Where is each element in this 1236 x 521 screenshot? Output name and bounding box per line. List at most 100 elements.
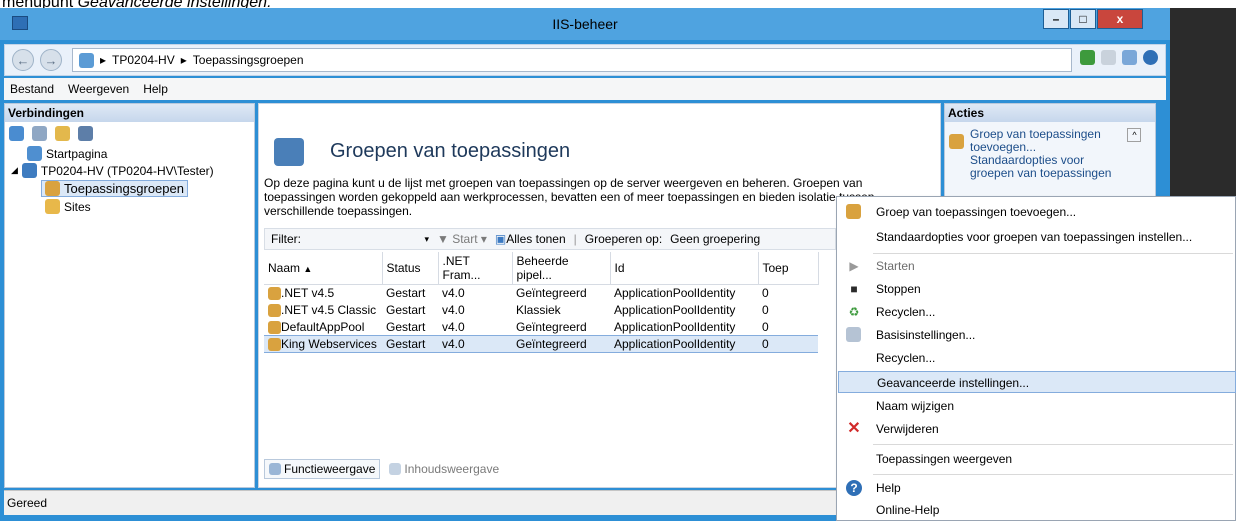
forward-button[interactable]: → (40, 49, 62, 71)
cell-pipeline: Klassiek (516, 303, 561, 317)
menu-separator (873, 474, 1233, 475)
actions-list: Groep van toepassingen toevoegen... Stan… (945, 122, 1155, 186)
cell-apps: 0 (762, 303, 769, 317)
app-pool-icon (268, 338, 281, 352)
cell-apps: 0 (762, 286, 769, 301)
app-pool-icon (268, 304, 281, 318)
cell-net: v4.0 (442, 286, 465, 301)
cell-net: v4.0 (438, 334, 512, 354)
start-filter-button[interactable]: ▼ Start ▾ (437, 232, 487, 246)
server-icon (79, 52, 94, 68)
menu-item-add-pool[interactable]: Groep van toepassingen toevoegen... (838, 201, 1236, 223)
maximize-button[interactable]: □ (1070, 9, 1096, 29)
menu-item-delete[interactable]: ✕ Verwijderen (838, 418, 1236, 440)
cell-pipeline: Geïntegreerd (516, 286, 587, 301)
menu-separator (873, 253, 1233, 254)
context-menu: Groep van toepassingen toevoegen... Stan… (836, 196, 1236, 521)
status-text: Gereed (7, 496, 48, 510)
cell-identity: ApplicationPoolIdentity (614, 286, 736, 301)
sites-icon (45, 199, 60, 214)
stop-icon[interactable] (1101, 50, 1116, 65)
forward-arrow-icon: → (44, 52, 58, 68)
show-all-button[interactable]: ▣Alles tonen (495, 232, 566, 246)
features-view-icon (269, 463, 281, 475)
back-button[interactable]: ← (12, 49, 34, 71)
col-pipeline[interactable]: Beheerde pipel... (512, 252, 611, 285)
view-tabs: Functieweergave Inhoudsweergave (264, 459, 504, 479)
col-identity[interactable]: Id (610, 252, 759, 285)
cell-name: DefaultAppPool (264, 319, 382, 336)
cell-net: v4.0 (442, 303, 465, 317)
action-defaults-2[interactable]: groepen van toepassingen (970, 167, 1111, 180)
tree-item-app-pools[interactable]: Toepassingsgroepen (41, 180, 188, 197)
breadcrumb-server[interactable]: TP0204-HV (112, 53, 175, 67)
close-button[interactable]: x (1097, 9, 1143, 29)
connections-pane: Verbindingen Startpagina ◢ TP0204-HV (TP… (4, 103, 255, 488)
menu-item-stop[interactable]: ■ Stoppen (838, 278, 1236, 300)
connect-icon[interactable] (9, 125, 24, 141)
cell-identity: ApplicationPoolIdentity (614, 319, 736, 334)
tab-features-view[interactable]: Functieweergave (264, 459, 381, 479)
group-by-select[interactable]: Geen groepering (670, 232, 760, 246)
settings-icon (846, 327, 861, 342)
menu-item-online-help[interactable]: Online-Help (838, 499, 1236, 521)
help-icon: ? (846, 480, 862, 496)
desc-line-1: Op deze pagina kunt u de lijst met groep… (264, 176, 863, 190)
pools-feature-icon (274, 138, 304, 166)
cell-status: Gestart (382, 334, 438, 354)
tree-item-startpage[interactable]: Startpagina (27, 146, 107, 161)
stop-icon: ■ (850, 282, 858, 296)
tab-content-view[interactable]: Inhoudsweergave (384, 459, 504, 479)
tree-label: Sites (64, 199, 91, 214)
filter-label: Filter: (271, 232, 301, 246)
menu-help[interactable]: Help (143, 82, 168, 96)
table-row[interactable]: DefaultAppPool Gestart v4.0 Geïntegreerd… (264, 319, 818, 336)
breadcrumb-pools[interactable]: Toepassingsgroepen (193, 53, 304, 67)
folder-icon[interactable] (55, 125, 70, 141)
menu-item-view-apps[interactable]: Toepassingen weergeven (838, 448, 1236, 470)
tree-label: TP0204-HV (TP0204-HV\Tester) (40, 163, 214, 178)
address-breadcrumb[interactable]: ▸ TP0204-HV ▸ Toepassingsgroepen (72, 48, 1072, 72)
menu-item-help[interactable]: ? Help (838, 477, 1236, 499)
filter-input[interactable]: ▾ (309, 234, 429, 245)
cell-pipeline: Geïntegreerd (516, 319, 587, 334)
cell-identity: ApplicationPoolIdentity (610, 334, 758, 354)
menu-item-set-defaults[interactable]: Standaardopties voor groepen van toepass… (838, 226, 1236, 248)
menu-bar: Bestand Weergeven Help (4, 78, 1166, 100)
window-title: IIS-beheer (552, 16, 618, 32)
home-icon[interactable] (1122, 50, 1137, 65)
save-icon[interactable] (32, 125, 47, 141)
col-name[interactable]: Naam ▲ (264, 252, 383, 285)
refresh-icon[interactable] (1080, 50, 1095, 65)
page-title: Groepen van toepassingen (330, 140, 571, 162)
table-row-selected[interactable]: King Webservices Gestart v4.0 Geïntegree… (264, 334, 818, 354)
menu-item-rename[interactable]: Naam wijzigen (838, 395, 1236, 417)
group-by-label: Groeperen op: (584, 232, 663, 246)
table-header: Naam ▲ Status .NET Fram... Beheerde pipe… (264, 252, 819, 285)
tree-label: Startpagina (46, 146, 108, 161)
menu-file[interactable]: Bestand (10, 82, 54, 96)
disconnect-icon[interactable] (78, 125, 93, 141)
help-icon[interactable] (1143, 50, 1158, 65)
menu-view[interactable]: Weergeven (68, 82, 129, 96)
tree-item-server[interactable]: ◢ TP0204-HV (TP0204-HV\Tester) (11, 163, 214, 178)
tree-item-sites[interactable]: Sites (45, 199, 91, 214)
back-arrow-icon: ← (16, 52, 30, 68)
content-view-icon (389, 463, 402, 475)
pools-table-wrap: Naam ▲ Status .NET Fram... Beheerde pipe… (264, 252, 836, 354)
menu-item-recycle-2[interactable]: Recyclen... (838, 347, 1236, 369)
table-row[interactable]: .NET v4.5 Gestart v4.0 Geïntegreerd Appl… (264, 285, 818, 302)
cell-apps: 0 (758, 334, 818, 354)
table-row[interactable]: .NET v4.5 Classic Gestart v4.0 Klassiek … (264, 302, 818, 319)
sort-asc-icon: ▲ (303, 264, 313, 274)
scroll-up-icon[interactable]: ^ (1127, 128, 1142, 142)
menu-item-basic-settings[interactable]: Basisinstellingen... (838, 324, 1236, 346)
menu-item-recycle[interactable]: ♻ Recyclen... (838, 301, 1236, 323)
menu-item-advanced-settings[interactable]: Geavanceerde instellingen... (838, 371, 1236, 393)
col-netframework[interactable]: .NET Fram... (438, 252, 513, 285)
minimize-button[interactable]: – (1043, 9, 1069, 29)
collapse-triangle-icon[interactable]: ◢ (11, 165, 18, 176)
menu-item-start[interactable]: ▶ Starten (838, 255, 1236, 277)
col-apps[interactable]: Toep (758, 252, 819, 285)
col-status[interactable]: Status (382, 252, 439, 285)
